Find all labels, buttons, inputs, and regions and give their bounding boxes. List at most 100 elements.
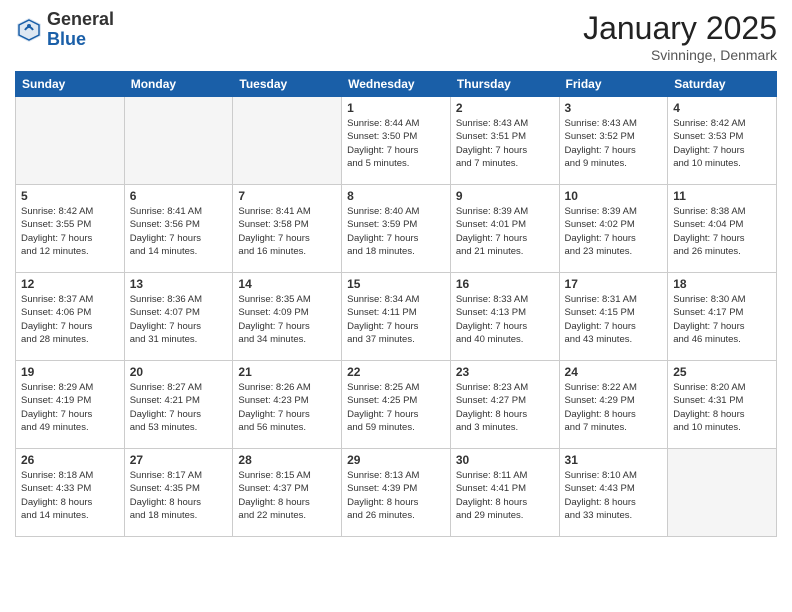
logo: General Blue xyxy=(15,10,114,50)
day-info: Sunrise: 8:26 AM Sunset: 4:23 PM Dayligh… xyxy=(238,381,336,434)
day-cell-1-0: 5 Sunrise: 8:42 AM Sunset: 3:55 PM Daylig… xyxy=(16,185,125,273)
day-info: Sunrise: 8:25 AM Sunset: 4:25 PM Dayligh… xyxy=(347,381,445,434)
header: General Blue January 2025 Svinninge, Den… xyxy=(15,10,777,63)
day-cell-3-5: 24Sunrise: 8:22 AM Sunset: 4:29 PM Dayli… xyxy=(559,361,668,449)
day-cell-0-0 xyxy=(16,97,125,185)
day-number: 23 xyxy=(456,365,554,379)
day-number: 5 xyxy=(21,189,119,203)
day-info: Sunrise: 8:39 AM Sunset: 4:01 PM Dayligh… xyxy=(456,205,554,258)
logo-general-text: General xyxy=(47,9,114,29)
day-info: Sunrise: 8:43 AM Sunset: 3:52 PM Dayligh… xyxy=(565,117,663,170)
day-number: 15 xyxy=(347,277,445,291)
week-row-1: 5 Sunrise: 8:42 AM Sunset: 3:55 PM Daylig… xyxy=(16,185,777,273)
weekday-friday: Friday xyxy=(559,72,668,97)
day-cell-3-6: 25 Sunrise: 8:20 AM Sunset: 4:31 PM Dayli… xyxy=(668,361,777,449)
day-info: Sunrise: 8:37 AM Sunset: 4:06 PM Dayligh… xyxy=(21,293,119,346)
day-cell-4-0: 26 Sunrise: 8:18 AM Sunset: 4:33 PM Dayli… xyxy=(16,449,125,537)
day-number: 25 xyxy=(673,365,771,379)
day-cell-4-4: 30 Sunrise: 8:11 AM Sunset: 4:41 PM Dayli… xyxy=(450,449,559,537)
day-cell-4-1: 27 Sunrise: 8:17 AM Sunset: 4:35 PM Dayli… xyxy=(124,449,233,537)
weekday-saturday: Saturday xyxy=(668,72,777,97)
weekday-row: Sunday Monday Tuesday Wednesday Thursday… xyxy=(16,72,777,97)
calendar-body: 1Sunrise: 8:44 AM Sunset: 3:50 PM Daylig… xyxy=(16,97,777,537)
day-number: 11 xyxy=(673,189,771,203)
day-info: Sunrise: 8:17 AM Sunset: 4:35 PM Dayligh… xyxy=(130,469,228,522)
day-cell-0-3: 1Sunrise: 8:44 AM Sunset: 3:50 PM Daylig… xyxy=(342,97,451,185)
day-cell-2-6: 18 Sunrise: 8:30 AM Sunset: 4:17 PM Dayli… xyxy=(668,273,777,361)
day-cell-2-2: 14Sunrise: 8:35 AM Sunset: 4:09 PM Dayli… xyxy=(233,273,342,361)
day-cell-4-5: 31 Sunrise: 8:10 AM Sunset: 4:43 PM Dayli… xyxy=(559,449,668,537)
day-number: 18 xyxy=(673,277,771,291)
logo-icon xyxy=(15,16,43,44)
day-info: Sunrise: 8:27 AM Sunset: 4:21 PM Dayligh… xyxy=(130,381,228,434)
day-cell-1-2: 7 Sunrise: 8:41 AM Sunset: 3:58 PM Daylig… xyxy=(233,185,342,273)
day-cell-2-5: 17 Sunrise: 8:31 AM Sunset: 4:15 PM Dayli… xyxy=(559,273,668,361)
day-info: Sunrise: 8:11 AM Sunset: 4:41 PM Dayligh… xyxy=(456,469,554,522)
day-info: Sunrise: 8:20 AM Sunset: 4:31 PM Dayligh… xyxy=(673,381,771,434)
title-block: January 2025 Svinninge, Denmark xyxy=(583,10,777,63)
week-row-2: 12Sunrise: 8:37 AM Sunset: 4:06 PM Dayli… xyxy=(16,273,777,361)
day-info: Sunrise: 8:35 AM Sunset: 4:09 PM Dayligh… xyxy=(238,293,336,346)
day-cell-0-2 xyxy=(233,97,342,185)
day-cell-2-0: 12Sunrise: 8:37 AM Sunset: 4:06 PM Dayli… xyxy=(16,273,125,361)
day-cell-3-2: 21 Sunrise: 8:26 AM Sunset: 4:23 PM Dayli… xyxy=(233,361,342,449)
week-row-4: 26 Sunrise: 8:18 AM Sunset: 4:33 PM Dayli… xyxy=(16,449,777,537)
day-info: Sunrise: 8:42 AM Sunset: 3:55 PM Dayligh… xyxy=(21,205,119,258)
day-cell-3-3: 22Sunrise: 8:25 AM Sunset: 4:25 PM Dayli… xyxy=(342,361,451,449)
day-cell-1-6: 11Sunrise: 8:38 AM Sunset: 4:04 PM Dayli… xyxy=(668,185,777,273)
day-info: Sunrise: 8:18 AM Sunset: 4:33 PM Dayligh… xyxy=(21,469,119,522)
day-number: 28 xyxy=(238,453,336,467)
calendar: Sunday Monday Tuesday Wednesday Thursday… xyxy=(15,71,777,537)
logo-blue-text: Blue xyxy=(47,29,86,49)
day-cell-1-3: 8 Sunrise: 8:40 AM Sunset: 3:59 PM Daylig… xyxy=(342,185,451,273)
day-info: Sunrise: 8:40 AM Sunset: 3:59 PM Dayligh… xyxy=(347,205,445,258)
day-cell-2-1: 13 Sunrise: 8:36 AM Sunset: 4:07 PM Dayli… xyxy=(124,273,233,361)
day-cell-0-4: 2 Sunrise: 8:43 AM Sunset: 3:51 PM Daylig… xyxy=(450,97,559,185)
day-number: 7 xyxy=(238,189,336,203)
day-cell-3-4: 23Sunrise: 8:23 AM Sunset: 4:27 PM Dayli… xyxy=(450,361,559,449)
day-number: 2 xyxy=(456,101,554,115)
day-cell-1-4: 9Sunrise: 8:39 AM Sunset: 4:01 PM Daylig… xyxy=(450,185,559,273)
day-info: Sunrise: 8:41 AM Sunset: 3:56 PM Dayligh… xyxy=(130,205,228,258)
day-number: 4 xyxy=(673,101,771,115)
day-number: 16 xyxy=(456,277,554,291)
day-number: 1 xyxy=(347,101,445,115)
day-cell-3-1: 20Sunrise: 8:27 AM Sunset: 4:21 PM Dayli… xyxy=(124,361,233,449)
day-number: 24 xyxy=(565,365,663,379)
day-info: Sunrise: 8:33 AM Sunset: 4:13 PM Dayligh… xyxy=(456,293,554,346)
day-cell-3-0: 19Sunrise: 8:29 AM Sunset: 4:19 PM Dayli… xyxy=(16,361,125,449)
day-number: 10 xyxy=(565,189,663,203)
day-number: 8 xyxy=(347,189,445,203)
day-number: 21 xyxy=(238,365,336,379)
day-cell-4-6 xyxy=(668,449,777,537)
day-cell-0-5: 3 Sunrise: 8:43 AM Sunset: 3:52 PM Daylig… xyxy=(559,97,668,185)
location: Svinninge, Denmark xyxy=(583,47,777,63)
week-row-3: 19Sunrise: 8:29 AM Sunset: 4:19 PM Dayli… xyxy=(16,361,777,449)
day-info: Sunrise: 8:30 AM Sunset: 4:17 PM Dayligh… xyxy=(673,293,771,346)
day-info: Sunrise: 8:10 AM Sunset: 4:43 PM Dayligh… xyxy=(565,469,663,522)
day-info: Sunrise: 8:43 AM Sunset: 3:51 PM Dayligh… xyxy=(456,117,554,170)
day-number: 3 xyxy=(565,101,663,115)
day-cell-2-3: 15 Sunrise: 8:34 AM Sunset: 4:11 PM Dayli… xyxy=(342,273,451,361)
day-number: 6 xyxy=(130,189,228,203)
weekday-wednesday: Wednesday xyxy=(342,72,451,97)
weekday-tuesday: Tuesday xyxy=(233,72,342,97)
day-number: 30 xyxy=(456,453,554,467)
day-info: Sunrise: 8:13 AM Sunset: 4:39 PM Dayligh… xyxy=(347,469,445,522)
day-info: Sunrise: 8:39 AM Sunset: 4:02 PM Dayligh… xyxy=(565,205,663,258)
day-info: Sunrise: 8:31 AM Sunset: 4:15 PM Dayligh… xyxy=(565,293,663,346)
weekday-monday: Monday xyxy=(124,72,233,97)
day-number: 26 xyxy=(21,453,119,467)
day-number: 17 xyxy=(565,277,663,291)
day-info: Sunrise: 8:41 AM Sunset: 3:58 PM Dayligh… xyxy=(238,205,336,258)
day-number: 13 xyxy=(130,277,228,291)
day-number: 27 xyxy=(130,453,228,467)
day-number: 31 xyxy=(565,453,663,467)
day-info: Sunrise: 8:29 AM Sunset: 4:19 PM Dayligh… xyxy=(21,381,119,434)
calendar-header: Sunday Monday Tuesday Wednesday Thursday… xyxy=(16,72,777,97)
day-info: Sunrise: 8:36 AM Sunset: 4:07 PM Dayligh… xyxy=(130,293,228,346)
day-cell-0-6: 4Sunrise: 8:42 AM Sunset: 3:53 PM Daylig… xyxy=(668,97,777,185)
day-cell-4-3: 29Sunrise: 8:13 AM Sunset: 4:39 PM Dayli… xyxy=(342,449,451,537)
week-row-0: 1Sunrise: 8:44 AM Sunset: 3:50 PM Daylig… xyxy=(16,97,777,185)
day-info: Sunrise: 8:34 AM Sunset: 4:11 PM Dayligh… xyxy=(347,293,445,346)
